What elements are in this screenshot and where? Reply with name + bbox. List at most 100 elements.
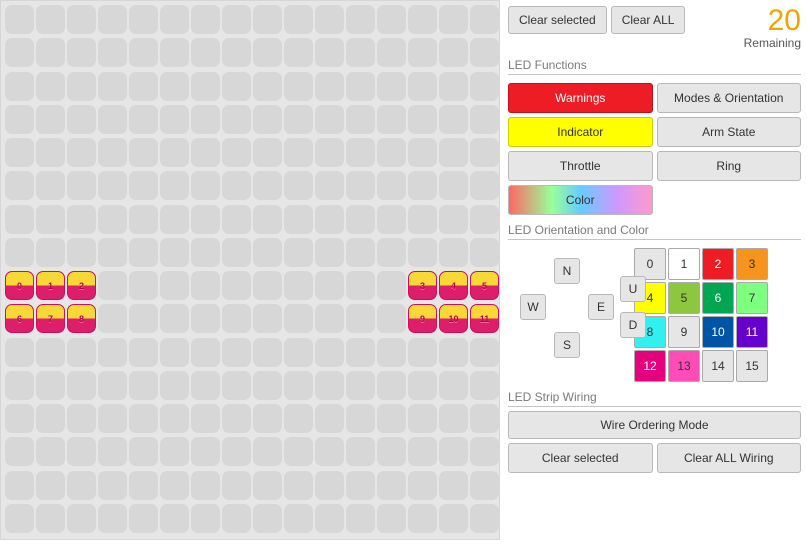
function-modes-orientation[interactable]: Modes & Orientation xyxy=(657,83,802,113)
color-swatch-3[interactable]: 3 xyxy=(736,248,768,280)
color-swatch-15[interactable]: 15 xyxy=(736,350,768,382)
grid-cell[interactable] xyxy=(377,138,406,167)
grid-cell[interactable] xyxy=(129,271,158,300)
grid-cell[interactable] xyxy=(160,271,189,300)
grid-cell[interactable] xyxy=(191,471,220,500)
grid-cell[interactable] xyxy=(346,38,375,67)
grid-cell[interactable] xyxy=(253,238,282,267)
grid-cell[interactable] xyxy=(160,105,189,134)
grid-cell[interactable] xyxy=(67,138,96,167)
grid-cell[interactable] xyxy=(346,338,375,367)
grid-cell[interactable] xyxy=(284,105,313,134)
grid-cell[interactable] xyxy=(222,5,251,34)
grid-cell[interactable] xyxy=(284,138,313,167)
grid-cell[interactable] xyxy=(377,105,406,134)
grid-cell[interactable] xyxy=(253,271,282,300)
grid-cell[interactable] xyxy=(284,72,313,101)
grid-cell[interactable] xyxy=(377,471,406,500)
grid-cell[interactable] xyxy=(98,5,127,34)
grid-cell[interactable] xyxy=(284,238,313,267)
grid-cell-led[interactable]: 1 xyxy=(36,271,65,300)
grid-cell[interactable] xyxy=(315,371,344,400)
grid-cell[interactable] xyxy=(98,437,127,466)
grid-cell[interactable] xyxy=(315,38,344,67)
grid-cell[interactable] xyxy=(67,437,96,466)
grid-cell[interactable] xyxy=(315,105,344,134)
grid-cell[interactable] xyxy=(129,38,158,67)
grid-cell[interactable] xyxy=(5,238,34,267)
clear-selected-button[interactable]: Clear selected xyxy=(508,6,607,34)
grid-cell[interactable] xyxy=(129,371,158,400)
grid-cell[interactable] xyxy=(284,471,313,500)
grid-cell[interactable] xyxy=(315,338,344,367)
grid-cell[interactable] xyxy=(346,404,375,433)
grid-cell[interactable] xyxy=(346,205,375,234)
color-swatch-12[interactable]: 12 xyxy=(634,350,666,382)
grid-cell[interactable] xyxy=(253,205,282,234)
grid-cell[interactable] xyxy=(98,404,127,433)
grid-cell[interactable] xyxy=(253,138,282,167)
grid-cell[interactable] xyxy=(191,338,220,367)
grid-cell[interactable] xyxy=(98,205,127,234)
color-swatch-5[interactable]: 5 xyxy=(668,282,700,314)
grid-cell[interactable] xyxy=(5,437,34,466)
grid-cell-led[interactable]: 0 xyxy=(5,271,34,300)
grid-cell[interactable] xyxy=(67,504,96,533)
wiring-clear-all-button[interactable]: Clear ALL Wiring xyxy=(657,443,802,473)
grid-cell-led[interactable]: 8 xyxy=(67,304,96,333)
grid-cell[interactable] xyxy=(377,72,406,101)
grid-cell[interactable] xyxy=(160,471,189,500)
grid-cell[interactable] xyxy=(253,5,282,34)
grid-cell[interactable] xyxy=(346,371,375,400)
grid-cell[interactable] xyxy=(253,338,282,367)
grid-cell[interactable] xyxy=(346,72,375,101)
grid-cell[interactable] xyxy=(222,72,251,101)
grid-cell[interactable] xyxy=(129,72,158,101)
grid-cell[interactable] xyxy=(470,371,499,400)
grid-cell[interactable] xyxy=(5,171,34,200)
wiring-clear-selected-button[interactable]: Clear selected xyxy=(508,443,653,473)
grid-cell[interactable] xyxy=(377,437,406,466)
grid-cell[interactable] xyxy=(191,271,220,300)
grid-cell[interactable] xyxy=(315,471,344,500)
grid-cell[interactable] xyxy=(36,238,65,267)
color-swatch-6[interactable]: 6 xyxy=(702,282,734,314)
grid-cell[interactable] xyxy=(315,5,344,34)
grid-cell[interactable] xyxy=(408,238,437,267)
grid-cell[interactable] xyxy=(284,38,313,67)
grid-cell[interactable] xyxy=(408,471,437,500)
dir-west[interactable]: W xyxy=(520,294,546,320)
grid-cell[interactable] xyxy=(98,504,127,533)
grid-cell[interactable] xyxy=(470,38,499,67)
grid-cell[interactable] xyxy=(439,471,468,500)
grid-cell[interactable] xyxy=(222,138,251,167)
grid-cell[interactable] xyxy=(160,5,189,34)
grid-cell[interactable] xyxy=(98,138,127,167)
grid-cell[interactable] xyxy=(346,105,375,134)
grid-cell[interactable] xyxy=(253,105,282,134)
function-warnings[interactable]: Warnings xyxy=(508,83,653,113)
function-throttle[interactable]: Throttle xyxy=(508,151,653,181)
grid-cell-led[interactable]: 6 xyxy=(5,304,34,333)
clear-all-button[interactable]: Clear ALL xyxy=(611,6,686,34)
grid-cell[interactable] xyxy=(470,338,499,367)
grid-cell[interactable] xyxy=(160,38,189,67)
grid-cell[interactable] xyxy=(98,38,127,67)
grid-cell[interactable] xyxy=(470,72,499,101)
grid-cell[interactable] xyxy=(67,471,96,500)
grid-cell[interactable] xyxy=(5,338,34,367)
grid-cell[interactable] xyxy=(5,205,34,234)
grid-cell[interactable] xyxy=(98,471,127,500)
grid-cell[interactable] xyxy=(191,304,220,333)
grid-cell[interactable] xyxy=(191,504,220,533)
grid-cell[interactable] xyxy=(408,504,437,533)
grid-cell[interactable] xyxy=(253,371,282,400)
color-swatch-9[interactable]: 9 xyxy=(668,316,700,348)
function-arm-state[interactable]: Arm State xyxy=(657,117,802,147)
grid-cell[interactable] xyxy=(222,437,251,466)
grid-cell[interactable] xyxy=(377,271,406,300)
grid-cell[interactable] xyxy=(191,205,220,234)
grid-cell-led[interactable]: 11 xyxy=(470,304,499,333)
grid-cell[interactable] xyxy=(5,105,34,134)
grid-cell[interactable] xyxy=(439,171,468,200)
